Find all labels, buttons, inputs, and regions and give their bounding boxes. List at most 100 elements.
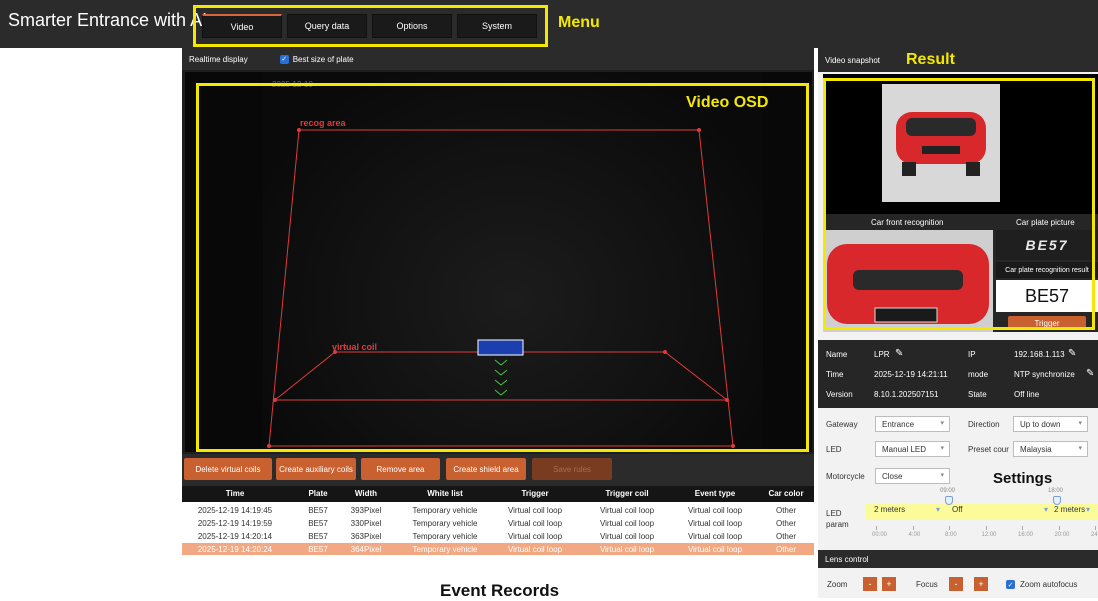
table-cell: Temporary vehicle	[412, 532, 478, 541]
preset-country-label: Preset cour	[968, 445, 1009, 454]
table-cell: 364Pixel	[350, 545, 382, 554]
event-records-annotation: Event Records	[440, 581, 560, 600]
zoom-autofocus-checkbox[interactable]: ✓	[1006, 580, 1015, 589]
edit-mode-icon[interactable]: ✎	[1086, 368, 1094, 379]
lens-control-header: Lens control	[818, 550, 1098, 568]
tick-label: 12:00	[981, 532, 997, 538]
focus-plus-button[interactable]: +	[974, 577, 988, 591]
tick-label: 4:00	[908, 532, 921, 538]
table-cell: 363Pixel	[350, 532, 382, 541]
realtime-label: Realtime display	[189, 54, 248, 64]
table-cell: Other	[775, 532, 796, 541]
led-select[interactable]: Manual LED ▾	[875, 441, 950, 457]
settings-annotation: Settings	[993, 470, 1053, 487]
tick-mark	[912, 526, 914, 530]
table-cell: Temporary vehicle	[412, 519, 478, 528]
create-shield-area-button[interactable]: Create shield area	[446, 458, 526, 480]
chevron-down-icon: ▾	[1086, 505, 1091, 514]
table-cell: BE57	[308, 519, 328, 528]
table-cell: BE57	[308, 532, 328, 541]
slider-handle-end[interactable]	[1053, 496, 1061, 505]
column-header-white-list: White list	[427, 489, 463, 498]
table-cell: Temporary vehicle	[412, 506, 478, 515]
zoom-minus-button[interactable]: -	[863, 577, 877, 591]
result-annotation: Result	[906, 51, 955, 68]
focus-minus-button[interactable]: -	[949, 577, 963, 591]
save-rules-button[interactable]: Save rules	[532, 458, 612, 480]
version-value: 8.10.1.202507151	[874, 390, 939, 399]
table-cell: 330Pixel	[350, 519, 382, 528]
table-cell: Virtual coil loop	[599, 519, 655, 528]
table-cell: Virtual coil loop	[507, 545, 563, 554]
result-highlight-box	[823, 78, 1095, 330]
slider-handle-start[interactable]	[945, 496, 953, 505]
tick-mark	[1095, 526, 1096, 530]
tick-mark	[985, 526, 987, 530]
edit-name-icon[interactable]: ✎	[895, 348, 903, 359]
ip-label: IP	[968, 350, 976, 359]
table-cell: Other	[775, 519, 796, 528]
chevron-down-icon: ▾	[1078, 420, 1082, 427]
table-cell: Virtual coil loop	[507, 506, 563, 515]
column-header-car-color: Car color	[768, 489, 804, 498]
time-value: 2025-12-19 14:21:11	[874, 370, 948, 379]
focus-label: Focus	[916, 580, 938, 589]
tick-mark	[1022, 526, 1023, 530]
handle-time-2: 18:00	[1048, 488, 1064, 494]
led-param-label: LED param	[826, 509, 849, 529]
table-cell: Virtual coil loop	[599, 506, 655, 515]
table-cell: 393Pixel	[350, 506, 382, 515]
table-cell: Virtual coil loop	[687, 532, 743, 541]
direction-label: Direction	[968, 420, 1000, 429]
led-param-left[interactable]: 2 meters	[874, 505, 905, 514]
name-label: Name	[826, 350, 848, 359]
zoom-plus-button[interactable]: +	[882, 577, 896, 591]
led-label: LED	[826, 445, 842, 454]
preset-country-select[interactable]: Malaysia ▾	[1013, 441, 1088, 457]
remove-area-button[interactable]: Remove area	[361, 458, 440, 480]
delete-virtual-coils-button[interactable]: Delete virtual coils	[184, 458, 272, 480]
tick-label: 8:00	[945, 532, 957, 538]
table-cell: 2025-12-19 14:20:14	[197, 532, 273, 541]
tick-label: 20:00	[1054, 532, 1070, 538]
gateway-label: Gateway	[826, 420, 858, 429]
create-auxiliary-coils-button[interactable]: Create auxiliary coils	[276, 458, 356, 480]
zoom-label: Zoom	[827, 580, 848, 589]
direction-value: Up to down	[1020, 419, 1061, 429]
table-cell: Other	[775, 545, 796, 554]
led-param-mid[interactable]: Off	[952, 505, 963, 514]
chevron-down-icon: ▾	[1044, 505, 1049, 514]
chevron-down-icon: ▾	[940, 420, 944, 427]
state-label: State	[968, 390, 987, 399]
menu-highlight-box	[193, 5, 548, 47]
gateway-value: Entrance	[882, 419, 915, 429]
tick-mark	[876, 526, 877, 530]
snapshot-header: Video snapshot	[818, 48, 1098, 72]
tick-label: 00:00	[872, 532, 888, 538]
mode-value: NTP synchronize	[1014, 370, 1075, 379]
gateway-select[interactable]: Entrance ▾	[875, 416, 950, 432]
tick-mark	[1058, 526, 1060, 530]
time-label: Time	[826, 370, 844, 379]
handle-time-1: 09:00	[940, 488, 956, 494]
led-param-right[interactable]: 2 meters	[1054, 505, 1085, 514]
best-size-checkbox[interactable]: ✓	[279, 54, 289, 64]
menu-annotation: Menu	[558, 14, 600, 31]
ip-value: 192.168.1.113	[1014, 350, 1065, 359]
motorcycle-select[interactable]: Close ▾	[875, 468, 950, 484]
direction-select[interactable]: Up to down ▾	[1013, 416, 1088, 432]
motorcycle-value: Close	[882, 471, 903, 481]
table-cell: Virtual coil loop	[599, 545, 655, 554]
column-header-plate: Plate	[308, 489, 328, 498]
chevron-down-icon: ▾	[940, 472, 944, 479]
tick-label: 24:00	[1091, 532, 1098, 538]
preset-country-value: Malaysia	[1020, 444, 1052, 454]
table-cell: 2025-12-19 14:19:59	[197, 519, 273, 528]
column-header-trigger-coil: Trigger coil	[605, 489, 649, 498]
chevron-down-icon: ▾	[1078, 445, 1082, 452]
edit-ip-icon[interactable]: ✎	[1068, 348, 1076, 359]
video-header: Realtime display ✓ Best size of plate	[182, 48, 814, 70]
table-cell: 2025-12-19 14:20:24	[197, 545, 273, 554]
column-header-width: Width	[354, 489, 378, 498]
table-cell: Virtual coil loop	[599, 532, 655, 541]
